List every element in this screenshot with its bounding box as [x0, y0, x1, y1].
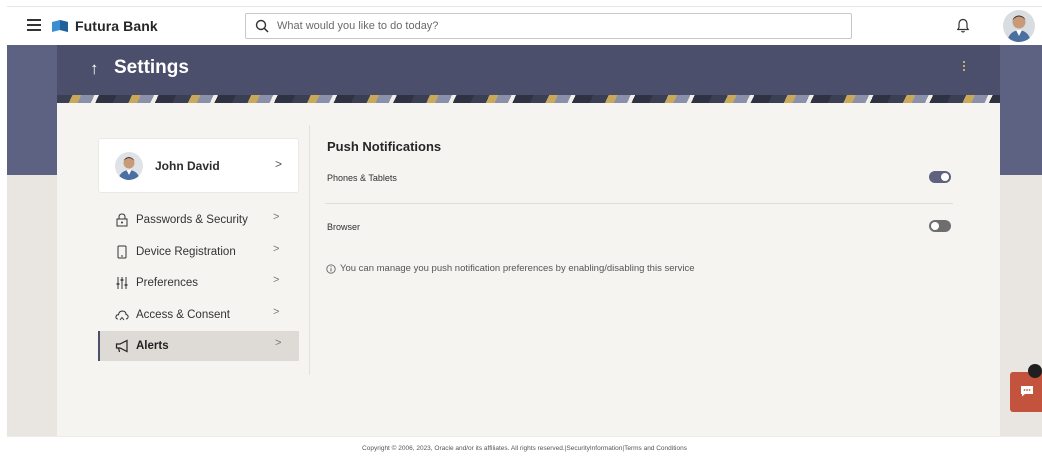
page-title-bar: ↑ Settings: [57, 45, 1000, 95]
background-left: [7, 175, 57, 436]
search-box[interactable]: [245, 13, 852, 39]
info-text: You can manage you push notification pre…: [340, 263, 695, 274]
info-icon: [326, 263, 336, 274]
browser-label: Browser: [327, 222, 361, 232]
sidebar-item-access-consent[interactable]: Access & Consent >: [98, 300, 299, 330]
chevron-right-icon: >: [275, 157, 283, 171]
chevron-right-icon: >: [273, 274, 280, 286]
chevron-right-icon: >: [273, 306, 280, 318]
section-title: Push Notifications: [327, 139, 442, 154]
toggle-knob: [931, 222, 939, 230]
sidebar-item-label: Access & Consent: [136, 309, 230, 321]
sidebar-item-passwords-security[interactable]: Passwords & Security >: [98, 205, 299, 235]
row-divider: [325, 203, 953, 204]
notification-bell-icon[interactable]: [956, 18, 970, 34]
chevron-right-icon: >: [275, 337, 282, 349]
hamburger-menu-icon[interactable]: [27, 19, 41, 31]
chevron-right-icon: >: [273, 243, 280, 255]
phones-tablets-label: Phones & Tablets: [327, 173, 397, 183]
chat-icon: [1021, 386, 1033, 397]
lock-icon: [116, 213, 128, 227]
chat-button[interactable]: [1010, 372, 1042, 412]
sidebar-item-device-registration[interactable]: Device Registration >: [98, 237, 299, 267]
profile-photo: [115, 152, 143, 180]
sidebar-item-alerts[interactable]: Alerts >: [98, 331, 299, 361]
bank-logo-icon: [52, 20, 68, 32]
sidebar-item-label: Device Registration: [136, 246, 236, 258]
cloud-icon: [115, 310, 129, 321]
sidebar-item-preferences[interactable]: Preferences >: [98, 268, 299, 298]
toggle-knob: [941, 173, 949, 181]
sidebar-item-label: Alerts: [136, 340, 169, 352]
info-message: You can manage you push notification pre…: [326, 263, 695, 274]
profile-name: John David: [155, 159, 220, 173]
profile-card[interactable]: John David >: [98, 138, 299, 193]
sidebar-item-label: Passwords & Security: [136, 214, 248, 226]
search-icon: [255, 19, 269, 33]
chat-notification-dot: [1028, 364, 1042, 378]
settings-card: John David > Passwords & Security > Devi…: [57, 103, 1000, 436]
search-input[interactable]: [277, 20, 837, 32]
brand-logo[interactable]: Futura Bank: [51, 18, 158, 34]
footer-text: Copyright © 2006, 2023, Oracle and/or it…: [362, 445, 687, 452]
vertical-divider: [309, 125, 310, 375]
profile-avatar: [115, 152, 143, 180]
top-header: Futura Bank: [7, 6, 1042, 45]
kebab-menu-icon[interactable]: [963, 61, 966, 73]
phones-tablets-toggle[interactable]: [929, 171, 951, 183]
sliders-icon: [116, 277, 128, 289]
footer: Copyright © 2006, 2023, Oracle and/or it…: [7, 436, 1042, 466]
decorative-pattern: [57, 95, 1000, 103]
user-avatar[interactable]: [1003, 10, 1035, 42]
megaphone-icon: [115, 339, 128, 353]
device-icon: [117, 245, 127, 259]
sidebar-item-label: Preferences: [136, 277, 199, 289]
brand-name: Futura Bank: [75, 18, 158, 34]
browser-toggle[interactable]: [929, 220, 951, 232]
back-arrow-icon[interactable]: ↑: [90, 59, 99, 79]
page-title: Settings: [114, 57, 189, 78]
chevron-right-icon: >: [273, 211, 280, 223]
avatar-photo: [1003, 10, 1035, 42]
